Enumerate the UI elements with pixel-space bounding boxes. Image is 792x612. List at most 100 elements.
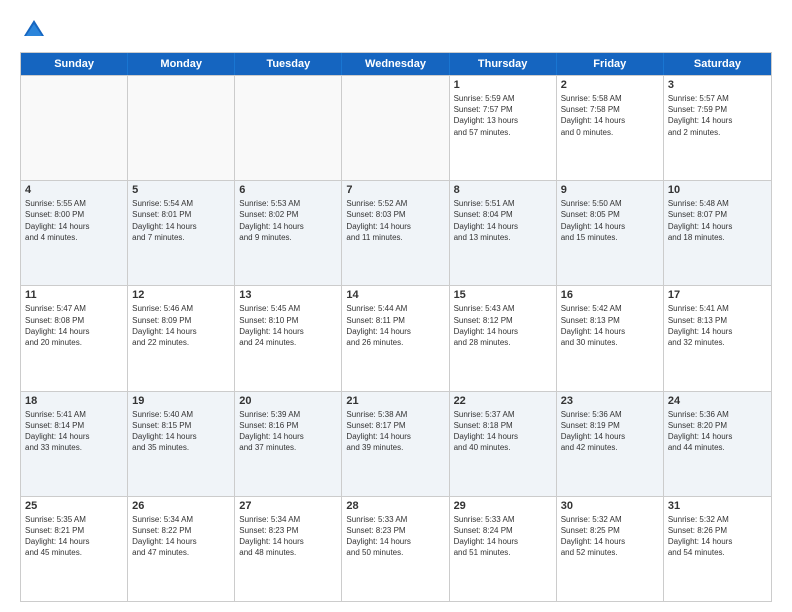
calendar-cell: 14Sunrise: 5:44 AM Sunset: 8:11 PM Dayli…: [342, 286, 449, 390]
day-info: Sunrise: 5:32 AM Sunset: 8:26 PM Dayligh…: [668, 514, 767, 559]
calendar-cell: 5 Sunrise: 5:54 AM Sunset: 8:01 PM Daylig…: [128, 181, 235, 285]
day-number: 6: [239, 184, 337, 196]
day-number: 22: [454, 395, 552, 407]
day-info: Sunrise: 5:52 AM Sunset: 8:03 PM Dayligh…: [346, 198, 444, 243]
day-info: Sunrise: 5:32 AM Sunset: 8:25 PM Dayligh…: [561, 514, 659, 559]
calendar-row: 4Sunrise: 5:55 AM Sunset: 8:00 PM Daylig…: [21, 180, 771, 285]
day-info: Sunrise: 5:54 AM Sunset: 8:01 PM Dayligh…: [132, 198, 230, 243]
day-info: Sunrise: 5:51 AM Sunset: 8:04 PM Dayligh…: [454, 198, 552, 243]
day-info: Sunrise: 5:46 AM Sunset: 8:09 PM Dayligh…: [132, 303, 230, 348]
day-number: 20: [239, 395, 337, 407]
calendar-cell: 29 Sunrise: 5:33 AM Sunset: 8:24 PM Dayli…: [450, 497, 557, 601]
calendar-cell: 11 Sunrise: 5:47 AM Sunset: 8:08 PM Dayli…: [21, 286, 128, 390]
calendar-cell: 28 Sunrise: 5:33 AM Sunset: 8:23 PM Dayli…: [342, 497, 449, 601]
day-number: 30: [561, 500, 659, 512]
day-info: Sunrise: 5:33 AM Sunset: 8:23 PM Dayligh…: [346, 514, 444, 559]
calendar-cell: 19Sunrise: 5:40 AM Sunset: 8:15 PM Dayli…: [128, 392, 235, 496]
page: SundayMondayTuesdayWednesdayThursdayFrid…: [0, 0, 792, 612]
day-info: Sunrise: 5:47 AM Sunset: 8:08 PM Dayligh…: [25, 303, 123, 348]
day-number: 5: [132, 184, 230, 196]
calendar-cell: 12 Sunrise: 5:46 AM Sunset: 8:09 PM Dayli…: [128, 286, 235, 390]
day-info: Sunrise: 5:42 AM Sunset: 8:13 PM Dayligh…: [561, 303, 659, 348]
day-info: Sunrise: 5:50 AM Sunset: 8:05 PM Dayligh…: [561, 198, 659, 243]
cal-header-day: Friday: [557, 53, 664, 75]
calendar-cell: [235, 76, 342, 180]
calendar-cell: 23Sunrise: 5:36 AM Sunset: 8:19 PM Dayli…: [557, 392, 664, 496]
day-info: Sunrise: 5:45 AM Sunset: 8:10 PM Dayligh…: [239, 303, 337, 348]
calendar-cell: 13 Sunrise: 5:45 AM Sunset: 8:10 PM Dayli…: [235, 286, 342, 390]
day-number: 2: [561, 79, 659, 91]
day-number: 23: [561, 395, 659, 407]
day-info: Sunrise: 5:40 AM Sunset: 8:15 PM Dayligh…: [132, 409, 230, 454]
calendar-row: 11 Sunrise: 5:47 AM Sunset: 8:08 PM Dayli…: [21, 285, 771, 390]
calendar-cell: 9 Sunrise: 5:50 AM Sunset: 8:05 PM Daylig…: [557, 181, 664, 285]
calendar-cell: 21Sunrise: 5:38 AM Sunset: 8:17 PM Dayli…: [342, 392, 449, 496]
calendar-cell: 25 Sunrise: 5:35 AM Sunset: 8:21 PM Dayli…: [21, 497, 128, 601]
day-info: Sunrise: 5:37 AM Sunset: 8:18 PM Dayligh…: [454, 409, 552, 454]
calendar-cell: 8 Sunrise: 5:51 AM Sunset: 8:04 PM Daylig…: [450, 181, 557, 285]
cal-header-day: Wednesday: [342, 53, 449, 75]
day-number: 28: [346, 500, 444, 512]
logo: [20, 16, 52, 44]
day-info: Sunrise: 5:34 AM Sunset: 8:22 PM Dayligh…: [132, 514, 230, 559]
calendar-cell: 30 Sunrise: 5:32 AM Sunset: 8:25 PM Dayli…: [557, 497, 664, 601]
calendar-cell: 16 Sunrise: 5:42 AM Sunset: 8:13 PM Dayli…: [557, 286, 664, 390]
calendar-row: 18 Sunrise: 5:41 AM Sunset: 8:14 PM Dayli…: [21, 391, 771, 496]
calendar-cell: 26 Sunrise: 5:34 AM Sunset: 8:22 PM Dayli…: [128, 497, 235, 601]
day-number: 29: [454, 500, 552, 512]
day-number: 7: [346, 184, 444, 196]
logo-icon: [20, 16, 48, 44]
day-number: 18: [25, 395, 123, 407]
day-number: 11: [25, 289, 123, 301]
calendar-cell: 22 Sunrise: 5:37 AM Sunset: 8:18 PM Dayli…: [450, 392, 557, 496]
day-number: 31: [668, 500, 767, 512]
day-number: 9: [561, 184, 659, 196]
day-info: Sunrise: 5:48 AM Sunset: 8:07 PM Dayligh…: [668, 198, 767, 243]
cal-header-day: Saturday: [664, 53, 771, 75]
calendar-cell: 18 Sunrise: 5:41 AM Sunset: 8:14 PM Dayli…: [21, 392, 128, 496]
calendar-row: 1 Sunrise: 5:59 AM Sunset: 7:57 PM Daylig…: [21, 75, 771, 180]
day-info: Sunrise: 5:53 AM Sunset: 8:02 PM Dayligh…: [239, 198, 337, 243]
calendar: SundayMondayTuesdayWednesdayThursdayFrid…: [20, 52, 772, 602]
day-number: 26: [132, 500, 230, 512]
day-info: Sunrise: 5:41 AM Sunset: 8:14 PM Dayligh…: [25, 409, 123, 454]
day-number: 25: [25, 500, 123, 512]
day-info: Sunrise: 5:35 AM Sunset: 8:21 PM Dayligh…: [25, 514, 123, 559]
calendar-cell: 27Sunrise: 5:34 AM Sunset: 8:23 PM Dayli…: [235, 497, 342, 601]
cal-header-day: Sunday: [21, 53, 128, 75]
calendar-cell: [128, 76, 235, 180]
day-number: 12: [132, 289, 230, 301]
calendar-cell: 17Sunrise: 5:41 AM Sunset: 8:13 PM Dayli…: [664, 286, 771, 390]
day-info: Sunrise: 5:58 AM Sunset: 7:58 PM Dayligh…: [561, 93, 659, 138]
day-info: Sunrise: 5:33 AM Sunset: 8:24 PM Dayligh…: [454, 514, 552, 559]
calendar-header: SundayMondayTuesdayWednesdayThursdayFrid…: [21, 53, 771, 75]
day-info: Sunrise: 5:41 AM Sunset: 8:13 PM Dayligh…: [668, 303, 767, 348]
calendar-cell: 4Sunrise: 5:55 AM Sunset: 8:00 PM Daylig…: [21, 181, 128, 285]
cal-header-day: Monday: [128, 53, 235, 75]
day-number: 13: [239, 289, 337, 301]
cal-header-day: Thursday: [450, 53, 557, 75]
calendar-cell: 31 Sunrise: 5:32 AM Sunset: 8:26 PM Dayli…: [664, 497, 771, 601]
day-number: 21: [346, 395, 444, 407]
calendar-row: 25 Sunrise: 5:35 AM Sunset: 8:21 PM Dayli…: [21, 496, 771, 601]
calendar-cell: 20Sunrise: 5:39 AM Sunset: 8:16 PM Dayli…: [235, 392, 342, 496]
calendar-cell: 15 Sunrise: 5:43 AM Sunset: 8:12 PM Dayli…: [450, 286, 557, 390]
day-number: 8: [454, 184, 552, 196]
day-number: 16: [561, 289, 659, 301]
calendar-cell: 6 Sunrise: 5:53 AM Sunset: 8:02 PM Daylig…: [235, 181, 342, 285]
calendar-cell: 24 Sunrise: 5:36 AM Sunset: 8:20 PM Dayli…: [664, 392, 771, 496]
cal-header-day: Tuesday: [235, 53, 342, 75]
day-number: 24: [668, 395, 767, 407]
day-number: 14: [346, 289, 444, 301]
day-info: Sunrise: 5:43 AM Sunset: 8:12 PM Dayligh…: [454, 303, 552, 348]
header: [20, 16, 772, 44]
day-info: Sunrise: 5:59 AM Sunset: 7:57 PM Dayligh…: [454, 93, 552, 138]
day-number: 1: [454, 79, 552, 91]
calendar-cell: 2 Sunrise: 5:58 AM Sunset: 7:58 PM Daylig…: [557, 76, 664, 180]
day-info: Sunrise: 5:57 AM Sunset: 7:59 PM Dayligh…: [668, 93, 767, 138]
calendar-cell: 3Sunrise: 5:57 AM Sunset: 7:59 PM Daylig…: [664, 76, 771, 180]
calendar-cell: [21, 76, 128, 180]
day-number: 15: [454, 289, 552, 301]
day-info: Sunrise: 5:36 AM Sunset: 8:20 PM Dayligh…: [668, 409, 767, 454]
day-info: Sunrise: 5:55 AM Sunset: 8:00 PM Dayligh…: [25, 198, 123, 243]
